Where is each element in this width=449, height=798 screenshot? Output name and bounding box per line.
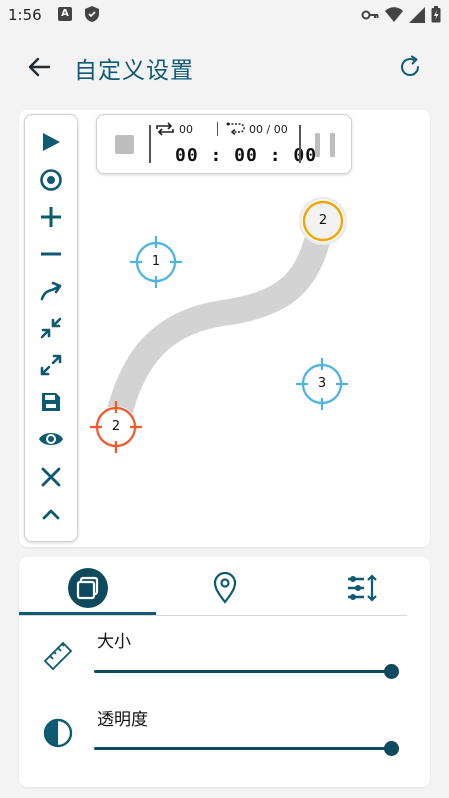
- repeat-counter: 00 / 00: [217, 122, 288, 136]
- swipe-icon: [40, 281, 62, 301]
- collapse-toolbar-button[interactable]: [36, 499, 66, 529]
- repeat-count: 00 / 00: [249, 122, 288, 136]
- preview-button[interactable]: [36, 424, 66, 454]
- tab-order[interactable]: [293, 560, 430, 616]
- opacity-label: 透明度: [97, 710, 148, 730]
- marker-label: 1: [151, 254, 161, 269]
- elapsed-time: 00 : 00 : 00: [175, 145, 318, 166]
- target-icon: [40, 169, 62, 191]
- close-icon: [41, 467, 61, 487]
- add-button[interactable]: [36, 202, 66, 232]
- floating-toolbar: [24, 114, 78, 542]
- tap-target-marker-3[interactable]: 3: [295, 357, 349, 411]
- route-loop-icon: [226, 122, 245, 136]
- expand-button[interactable]: [36, 350, 66, 380]
- divider: [19, 615, 407, 616]
- minus-icon: [41, 252, 61, 256]
- loop-count: 00: [179, 122, 193, 136]
- opacity-slider-track[interactable]: [94, 747, 392, 750]
- add-tap-target-button[interactable]: [36, 165, 66, 195]
- repeat-icon: [156, 122, 174, 136]
- divider: [299, 125, 301, 163]
- loop-counter: 00: [155, 122, 193, 136]
- size-slider-track[interactable]: [94, 670, 392, 673]
- remove-button[interactable]: [36, 239, 66, 269]
- pause-button[interactable]: [315, 133, 335, 157]
- layers-icon: [67, 568, 108, 608]
- size-label: 大小: [97, 632, 131, 652]
- swipe-start-marker[interactable]: 2: [89, 400, 143, 454]
- tap-target-marker-1[interactable]: 1: [129, 235, 183, 289]
- add-swipe-button[interactable]: [36, 276, 66, 306]
- save-icon: [42, 393, 60, 411]
- stop-button[interactable]: [115, 135, 134, 154]
- play-button[interactable]: [36, 127, 66, 157]
- location-pin-icon: [213, 572, 236, 604]
- ruler-icon: [40, 638, 76, 674]
- eye-icon: [39, 433, 63, 445]
- marker-label: 3: [317, 376, 327, 391]
- plus-icon: [41, 207, 61, 227]
- marker-label: 2: [318, 213, 328, 228]
- opacity-icon: [40, 715, 76, 751]
- sliders-sort-icon: [347, 574, 377, 602]
- swipe-end-marker[interactable]: 2: [296, 194, 350, 248]
- divider: [217, 122, 218, 136]
- playback-timer: 00 00 / 00 00 : 00 : 00: [96, 114, 352, 174]
- size-slider-thumb[interactable]: [384, 664, 399, 679]
- expand-icon: [40, 354, 62, 376]
- marker-label: 2: [111, 419, 121, 434]
- close-button[interactable]: [36, 462, 66, 492]
- tab-location[interactable]: [156, 560, 293, 616]
- save-button[interactable]: [36, 387, 66, 417]
- play-icon: [43, 133, 60, 151]
- chevron-up-icon: [42, 509, 60, 520]
- collapse-icon: [40, 317, 62, 339]
- collapse-button[interactable]: [36, 313, 66, 343]
- tab-appearance[interactable]: [19, 560, 156, 616]
- divider: [149, 125, 151, 163]
- opacity-slider-thumb[interactable]: [384, 741, 399, 756]
